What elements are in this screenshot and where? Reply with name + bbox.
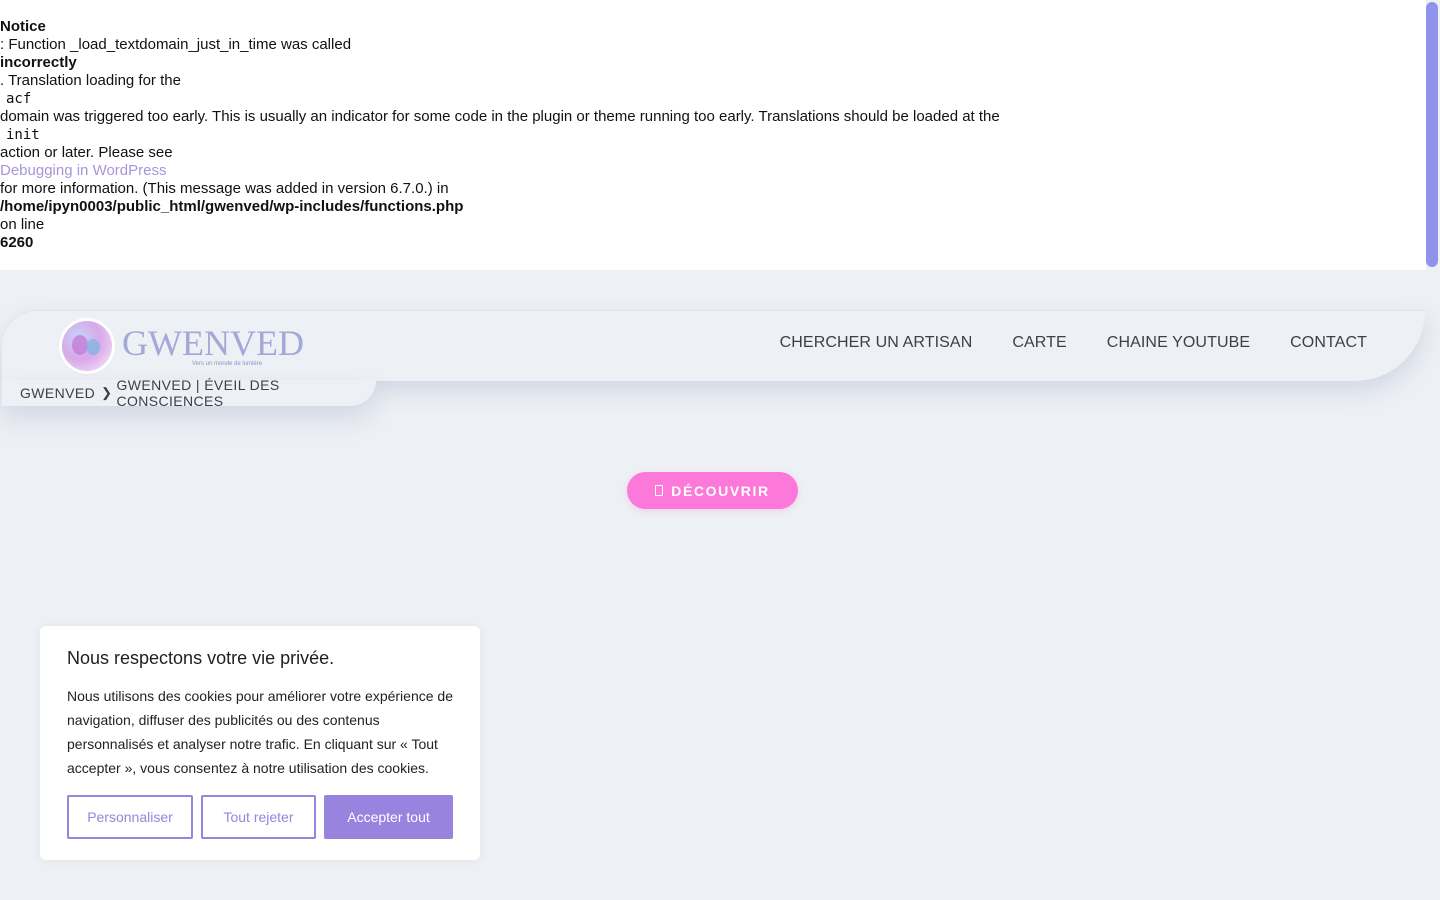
site-logo[interactable]: GWENVED Vers un monde de lumière <box>62 321 304 373</box>
cookie-description: Nous utilisons des cookies pour améliore… <box>67 688 453 776</box>
accept-all-button[interactable]: Accepter tout <box>324 795 453 839</box>
discover-button-label: DÉCOUVRIR <box>671 482 770 499</box>
logo-tagline: Vers un monde de lumière <box>192 361 263 367</box>
rectangle-icon <box>655 485 664 496</box>
notice-code: init <box>6 127 40 143</box>
notice-line-number: 6260 <box>0 234 34 251</box>
discover-button[interactable]: DÉCOUVRIR <box>627 472 798 509</box>
notice-text: for more information. (This message was … <box>0 180 449 197</box>
notice-text: : Function _load_textdomain_just_in_time… <box>0 36 352 53</box>
notice-code: acf <box>6 91 32 107</box>
reject-all-button[interactable]: Tout rejeter <box>201 795 316 839</box>
notice-label: Notice <box>0 18 46 35</box>
customize-button[interactable]: Personnaliser <box>67 795 193 839</box>
breadcrumb-home[interactable]: GWENVED <box>20 385 95 401</box>
notice-text: . Translation loading for the <box>0 72 181 89</box>
breadcrumb: GWENVED ❯ GWENVED | ÉVEIL DES CONSCIENCE… <box>2 377 376 409</box>
nav-item-chaine-youtube[interactable]: CHAINE YOUTUBE <box>1107 334 1250 352</box>
notice-file-path: /home/ipyn0003/public_html/gwenved/wp-in… <box>0 198 464 215</box>
breadcrumb-current: GWENVED | ÉVEIL DES CONSCIENCES <box>116 377 280 409</box>
php-notice: Notice : Function _load_textdomain_just_… <box>0 0 1426 270</box>
notice-text: domain was triggered too early. This is … <box>0 108 1000 125</box>
site-header: GWENVED Vers un monde de lumière CHERCHE… <box>2 310 1425 381</box>
cookie-title: Nous respectons votre vie privée. <box>67 648 335 668</box>
notice-text: incorrectly <box>0 54 77 71</box>
logo-emblem-icon <box>62 321 112 371</box>
notice-text: action or later. Please see <box>0 144 173 161</box>
logo-wordmark: GWENVED <box>122 323 304 363</box>
nav-item-contact[interactable]: CONTACT <box>1290 334 1367 352</box>
nav-item-chercher-artisan[interactable]: CHERCHER UN ARTISAN <box>780 334 973 352</box>
main-nav: CHERCHER UN ARTISAN CARTE CHAINE YOUTUBE… <box>780 334 1367 352</box>
cookie-consent-banner: Nous respectons votre vie privée. Nous u… <box>40 626 480 860</box>
chevron-right-icon: ❯ <box>101 385 113 400</box>
nav-item-carte[interactable]: CARTE <box>1012 334 1066 352</box>
scrollbar-thumb[interactable] <box>1426 2 1438 267</box>
debugging-link[interactable]: Debugging in WordPress <box>0 162 1426 180</box>
notice-text: on line <box>0 216 45 233</box>
